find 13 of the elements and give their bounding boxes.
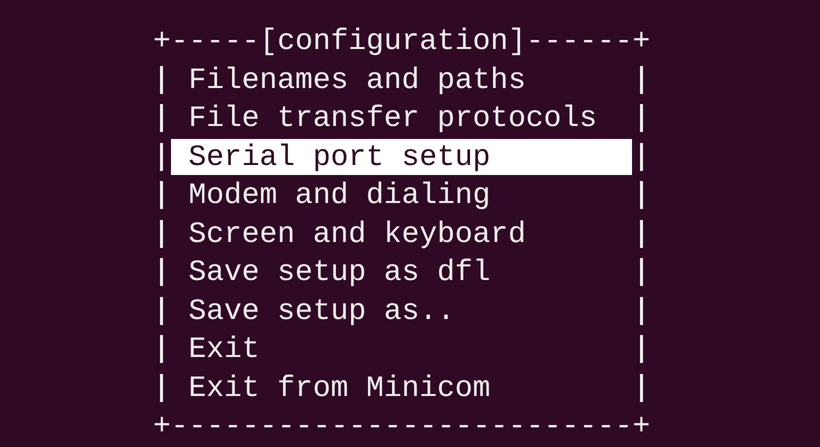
- menu-item[interactable]: Filenames and paths: [170, 62, 632, 98]
- menu-item[interactable]: Screen and keyboard: [170, 216, 632, 252]
- menu-title: [configuration]: [260, 23, 526, 60]
- menu-item[interactable]: Exit: [170, 331, 632, 368]
- frame-border: +--------------------------+: [153, 408, 650, 445]
- frame-border: +-----: [153, 23, 260, 60]
- menu-item[interactable]: Save setup as..: [170, 292, 632, 329]
- menu-item[interactable]: Modem and dialing: [170, 177, 632, 214]
- menu-item[interactable]: Save setup as dfl: [170, 254, 632, 290]
- menu-item[interactable]: File transfer protocols: [170, 100, 632, 136]
- menu-item[interactable]: Exit from Minicom: [170, 370, 632, 406]
- menu-item[interactable]: Serial port setup: [170, 138, 632, 175]
- frame-border: ------+: [526, 23, 650, 60]
